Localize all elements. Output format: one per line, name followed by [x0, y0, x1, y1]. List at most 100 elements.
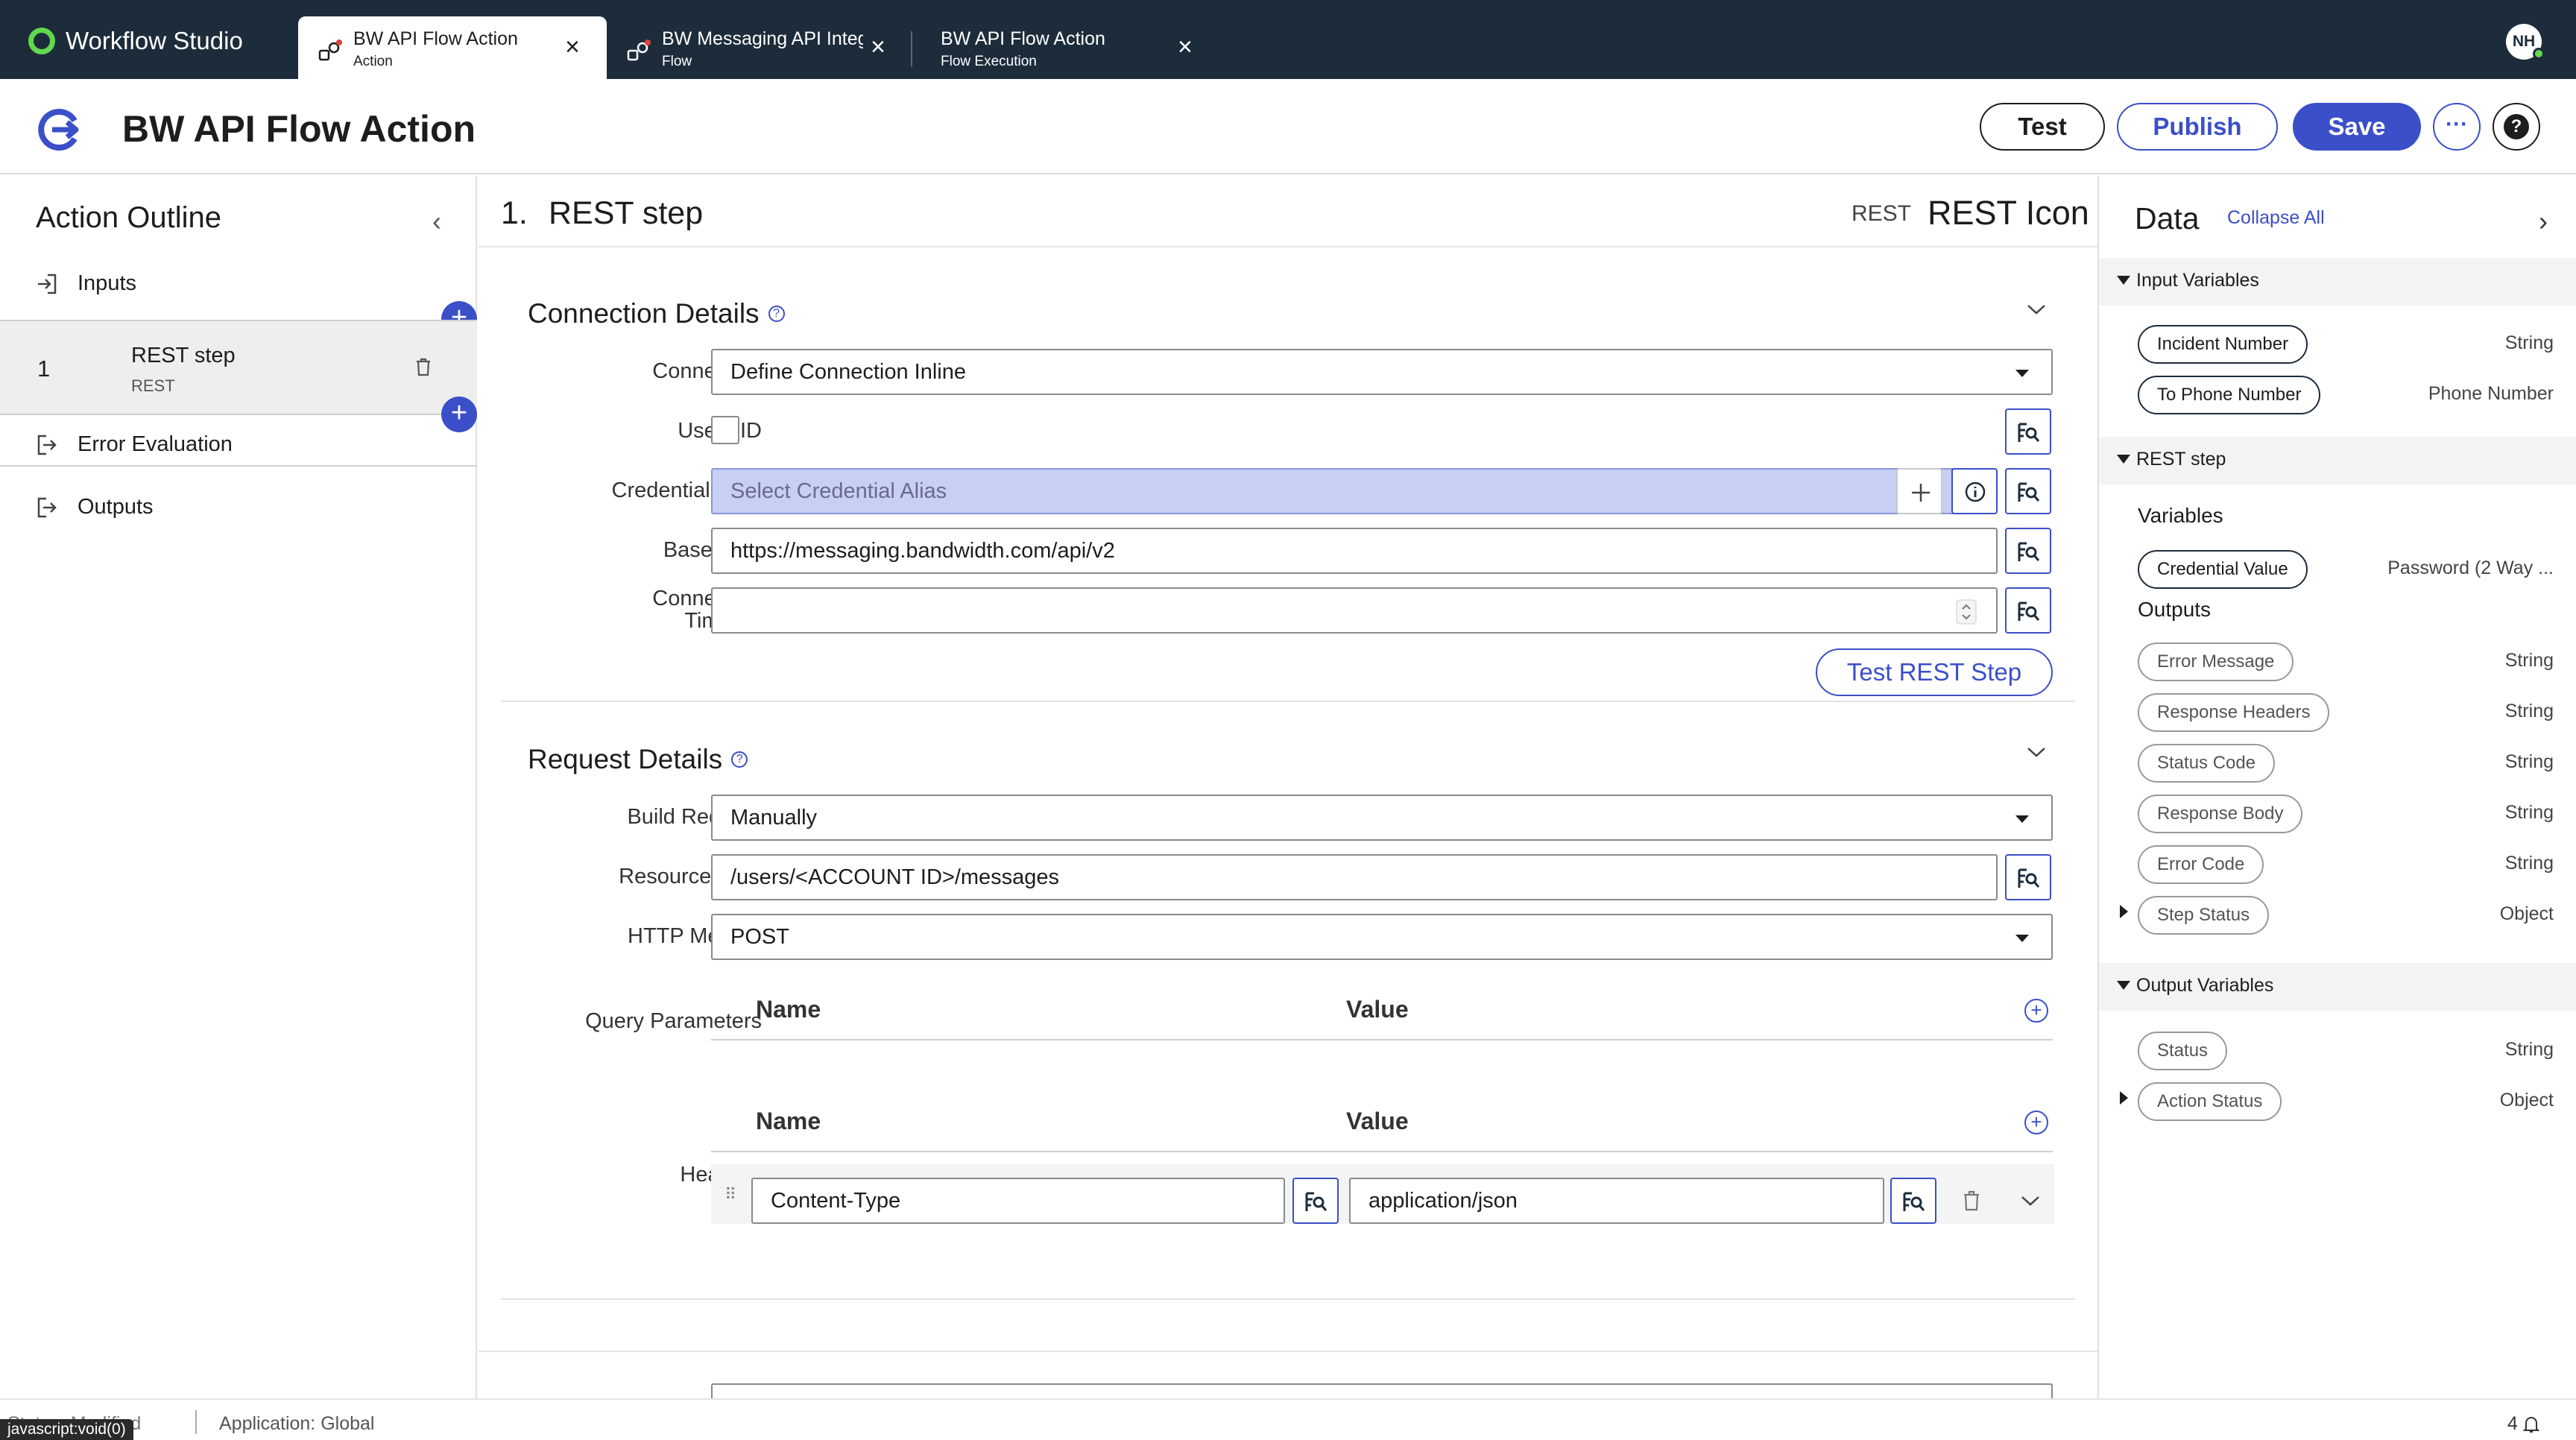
close-icon[interactable]: × — [871, 34, 886, 60]
help-icon[interactable]: ? — [768, 306, 785, 322]
data-pill-picker-button[interactable] — [1890, 1178, 1936, 1224]
outline-step-item[interactable]: 1 REST step REST — [0, 320, 477, 415]
chevron-right-icon[interactable]: › — [2539, 206, 2548, 237]
data-pill-picker-button[interactable] — [2005, 528, 2051, 574]
caret-down-icon — [2015, 935, 2029, 942]
app-brand[interactable]: Workflow Studio — [28, 27, 243, 55]
data-pill-step-status[interactable]: Step Status — [2138, 896, 2270, 935]
data-pill-picker-button[interactable] — [2005, 468, 2051, 514]
outline-item-inputs[interactable]: Inputs — [0, 262, 477, 304]
header-name-input[interactable]: Content-Type — [751, 1178, 1285, 1224]
table-divider — [711, 1039, 2053, 1040]
http-method-select[interactable]: POST — [711, 914, 2053, 960]
trash-icon[interactable] — [414, 357, 432, 376]
outline-item-error-evaluation[interactable]: Error Evaluation — [0, 425, 477, 467]
add-credential-button[interactable] — [1896, 468, 1942, 514]
outline-item-outputs[interactable]: Outputs — [0, 486, 477, 528]
close-icon[interactable]: × — [565, 34, 580, 60]
credential-alias-select[interactable]: Select Credential Alias — [711, 468, 1990, 514]
data-pill-response-body[interactable]: Response Body — [2138, 795, 2303, 833]
data-type: String — [2504, 650, 2554, 671]
rest-icon: REST Icon — [1928, 194, 2089, 232]
input-variables-group[interactable]: Input Variables — [2099, 258, 2576, 306]
column-header-name: Name — [756, 996, 821, 1023]
data-pill-picker-button[interactable] — [1292, 1178, 1339, 1224]
data-pill-to-phone-number[interactable]: To Phone Number — [2138, 376, 2321, 414]
tab-bw-api-flow-action[interactable]: BW API Flow Action Action × — [298, 16, 607, 79]
data-pill-response-headers[interactable]: Response Headers — [2138, 693, 2330, 732]
trash-icon[interactable] — [1962, 1190, 1981, 1212]
info-icon — [1965, 481, 1986, 502]
output-variables-group[interactable]: Output Variables — [2099, 963, 2576, 1011]
publish-button[interactable]: Publish — [2117, 103, 2278, 151]
online-status-icon — [2533, 48, 2545, 60]
next-field-edge — [711, 1383, 2053, 1398]
data-pill-status[interactable]: Status — [2138, 1032, 2228, 1070]
add-header-button[interactable]: + — [2024, 1111, 2048, 1134]
data-type: Phone Number — [2428, 383, 2554, 404]
data-pill-status-code[interactable]: Status Code — [2138, 744, 2276, 783]
data-pill-picker-button[interactable] — [2005, 587, 2051, 634]
application-scope: Application: Global — [219, 1413, 375, 1434]
notifications-button[interactable]: 4 — [2507, 1413, 2540, 1435]
data-pill-error-message[interactable]: Error Message — [2138, 642, 2294, 681]
outline-item-label: Outputs — [78, 495, 154, 519]
collapse-all-link[interactable]: Collapse All — [2227, 207, 2325, 229]
chevron-left-icon[interactable]: ‹ — [432, 206, 441, 237]
tab-flow-execution[interactable]: BW API Flow Action Flow Execution × — [912, 16, 1210, 79]
caret-right-icon[interactable] — [2120, 905, 2128, 918]
notification-count: 4 — [2507, 1413, 2518, 1434]
tab-bw-messaging-api[interactable]: BW Messaging API Integ Flow × — [607, 16, 911, 79]
data-type: String — [2504, 332, 2554, 353]
chevron-down-icon[interactable] — [2020, 1194, 2041, 1207]
data-pill-action-status[interactable]: Action Status — [2138, 1082, 2282, 1121]
caret-down-icon — [2117, 276, 2130, 285]
section-divider — [501, 1298, 2075, 1300]
add-query-parameter-button[interactable]: + — [2024, 999, 2048, 1023]
help-icon[interactable]: ? — [731, 751, 748, 768]
credential-info-button[interactable] — [1951, 468, 1998, 514]
stepper-icon[interactable] — [1956, 599, 1977, 625]
data-pill-picker-icon — [2018, 423, 2040, 442]
flow-icon — [627, 40, 651, 61]
data-panel: Data Collapse All › Input Variables Inci… — [2097, 176, 2576, 1398]
output-icon — [37, 435, 57, 455]
data-pill-picker-button[interactable] — [2005, 854, 2051, 900]
header-value-input[interactable]: application/json — [1349, 1178, 1884, 1224]
chevron-down-icon[interactable] — [2026, 303, 2047, 316]
test-rest-step-button[interactable]: Test REST Step — [1816, 648, 2053, 696]
connection-timeout-input[interactable] — [711, 587, 1998, 634]
rest-step-group[interactable]: REST step — [2099, 437, 2576, 484]
data-type: String — [2504, 853, 2554, 874]
data-pill-credential-value[interactable]: Credential Value — [2138, 550, 2308, 589]
test-button[interactable]: Test — [1980, 103, 2105, 151]
base-url-input[interactable]: https://messaging.bandwidth.com/api/v2 — [711, 528, 1998, 574]
data-pill-incident-number[interactable]: Incident Number — [2138, 325, 2308, 364]
chevron-down-icon[interactable] — [2026, 745, 2047, 759]
output-icon — [37, 497, 57, 518]
query-parameters-label: Query Parameters — [585, 1009, 762, 1033]
use-mid-checkbox[interactable] — [711, 416, 739, 444]
data-pill-picker-button[interactable] — [2005, 408, 2051, 455]
connection-select[interactable]: Define Connection Inline — [711, 349, 2053, 395]
data-type: String — [2504, 751, 2554, 772]
data-pill-picker-icon — [1305, 1192, 1328, 1211]
data-pill-error-code[interactable]: Error Code — [2138, 845, 2264, 884]
help-button[interactable]: ? — [2493, 103, 2540, 151]
request-details-title: Request Details ? — [528, 744, 748, 775]
caret-right-icon[interactable] — [2120, 1091, 2128, 1105]
save-button[interactable]: Save — [2293, 103, 2421, 151]
data-type: String — [2504, 701, 2554, 721]
group-label: Output Variables — [2136, 975, 2274, 996]
more-options-button[interactable]: ··· — [2433, 103, 2481, 151]
drag-handle-icon[interactable]: ⠿ — [724, 1185, 736, 1204]
link-url-tooltip: javascript:void(0) — [0, 1419, 133, 1440]
step-type-label: REST — [1852, 201, 1912, 226]
close-icon[interactable]: × — [1178, 34, 1193, 60]
resource-path-input[interactable]: /users/<ACCOUNT ID>/messages — [711, 854, 1998, 900]
outputs-label: Outputs — [2138, 598, 2212, 621]
data-pill-picker-icon — [1903, 1192, 1925, 1211]
status-separator — [195, 1410, 197, 1434]
build-request-select[interactable]: Manually — [711, 795, 2053, 841]
app-logo-icon — [28, 28, 55, 54]
